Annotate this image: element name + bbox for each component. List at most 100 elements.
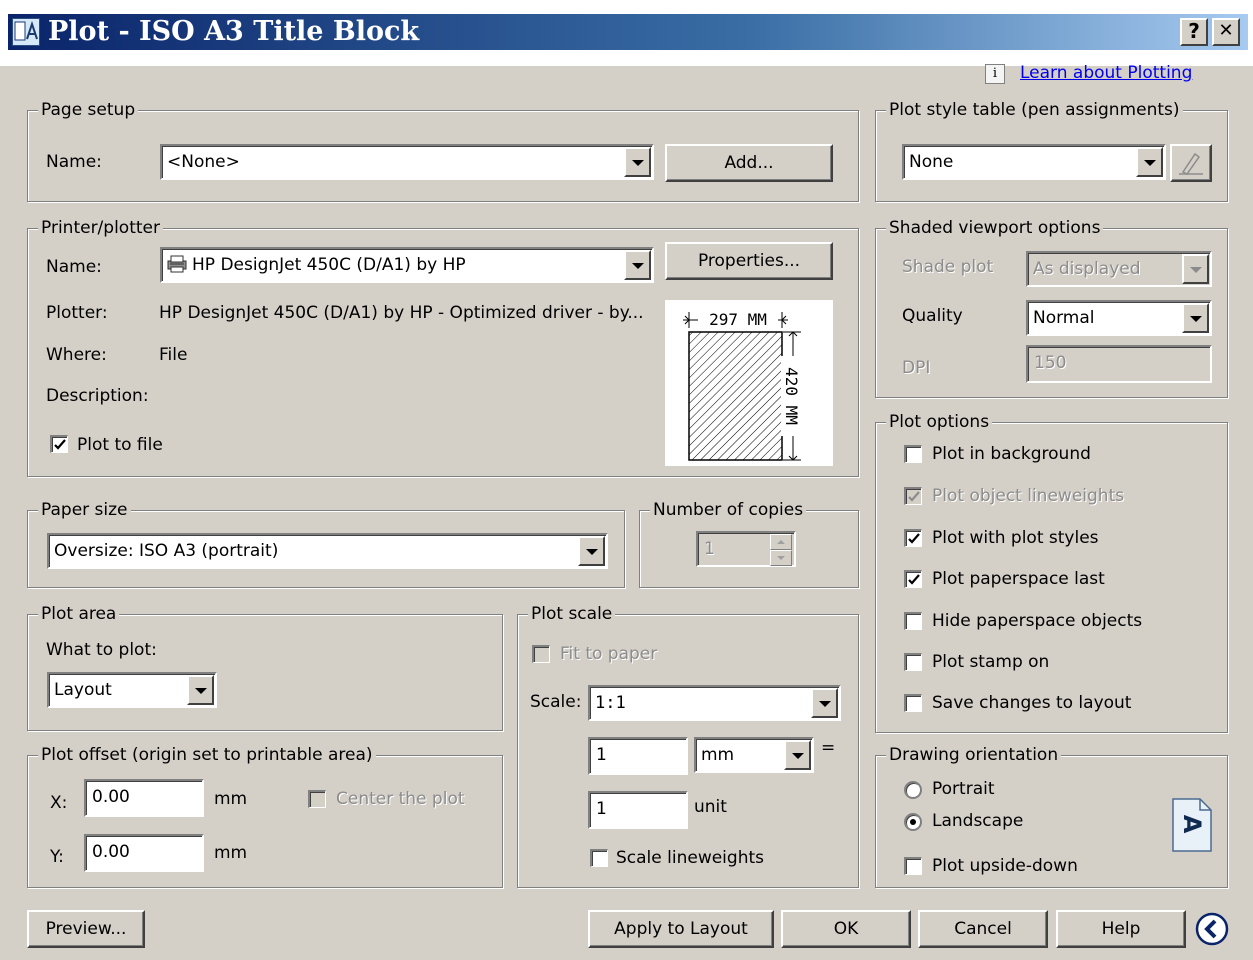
- where-label: Where:: [46, 345, 107, 365]
- pencil-edit-icon: [1179, 152, 1203, 175]
- center-plot-checkbox[interactable]: [308, 790, 326, 808]
- scale-value: 1:1: [595, 693, 626, 713]
- offset-x-input[interactable]: 0.00: [84, 779, 204, 817]
- plot-option-label: Hide paperspace objects: [932, 611, 1143, 631]
- offset-y-unit: mm: [214, 843, 248, 863]
- chevron-down-icon[interactable]: [578, 536, 605, 566]
- spin-down-icon[interactable]: [770, 550, 792, 566]
- what-to-plot-value: Layout: [54, 680, 112, 700]
- properties-button[interactable]: Properties...: [665, 242, 833, 280]
- chevron-down-icon[interactable]: [1182, 254, 1209, 284]
- plot-option-checkbox[interactable]: [904, 445, 922, 463]
- quality-select[interactable]: Normal: [1026, 300, 1212, 336]
- plot-upside-down-checkbox[interactable]: [904, 857, 922, 875]
- close-title-button[interactable]: ✕: [1212, 18, 1240, 46]
- printer-name-select[interactable]: HP DesignJet 450C (D/A1) by HP: [160, 247, 654, 283]
- portrait-radio[interactable]: [904, 781, 922, 799]
- description-label: Description:: [46, 386, 149, 406]
- checkmark-icon: [908, 533, 920, 544]
- plot-option-checkbox[interactable]: [904, 487, 922, 505]
- page-setup-name-label: Name:: [46, 152, 102, 172]
- checkmark-icon: [54, 439, 66, 450]
- center-plot-label: Center the plot: [336, 789, 465, 809]
- scale-label: Scale:: [530, 692, 582, 712]
- scale-denominator-input[interactable]: 1: [588, 791, 688, 829]
- dpi-value: 150: [1034, 353, 1067, 373]
- scale-denominator-unit: unit: [694, 797, 727, 817]
- fit-to-paper-checkbox[interactable]: [532, 645, 550, 663]
- plot-to-file-checkbox[interactable]: [50, 435, 68, 453]
- what-to-plot-label: What to plot:: [46, 640, 157, 660]
- plot-options-title: Plot options: [886, 411, 993, 433]
- paper-size-value: Oversize: ISO A3 (portrait): [54, 541, 279, 561]
- page-setup-name-value: <None>: [167, 152, 240, 172]
- scale-unit-select[interactable]: mm: [694, 737, 814, 773]
- chevron-down-icon[interactable]: [1182, 303, 1209, 333]
- collapse-options-button[interactable]: [1195, 912, 1229, 946]
- scale-lineweights-label: Scale lineweights: [616, 848, 764, 868]
- chevron-down-icon[interactable]: [624, 147, 651, 177]
- paper-size-title: Paper size: [38, 499, 131, 521]
- drawing-orientation-title: Drawing orientation: [886, 744, 1062, 766]
- printer-plotter-group: Printer/plotter Name: HP DesignJet 450C …: [27, 217, 859, 477]
- learn-about-plotting-link[interactable]: Learn about Plotting: [1020, 62, 1192, 84]
- copies-spinner[interactable]: 1: [696, 531, 796, 567]
- offset-y-input[interactable]: 0.00: [84, 834, 204, 872]
- chevron-left-circle-icon: [1195, 912, 1229, 946]
- plot-option-checkbox[interactable]: [904, 570, 922, 588]
- copies-spin-buttons[interactable]: [770, 534, 792, 566]
- dpi-label: DPI: [902, 358, 931, 378]
- portrait-label: Portrait: [932, 779, 995, 799]
- cancel-button[interactable]: Cancel: [918, 910, 1048, 948]
- plot-scale-group: Plot scale Fit to paper Scale: 1:1 1 mm …: [517, 603, 859, 888]
- plot-option-label: Plot with plot styles: [932, 528, 1099, 548]
- number-of-copies-title: Number of copies: [650, 499, 807, 521]
- scale-lineweights-checkbox[interactable]: [590, 849, 608, 867]
- offset-y-label: Y:: [50, 847, 64, 867]
- chevron-down-icon[interactable]: [1136, 147, 1163, 177]
- help-button[interactable]: Help: [1056, 910, 1186, 948]
- app-icon: [12, 18, 40, 46]
- ok-button[interactable]: OK: [781, 910, 911, 948]
- plot-style-table-select[interactable]: None: [902, 144, 1166, 180]
- scale-numerator-input[interactable]: 1: [588, 737, 688, 775]
- paper-size-select[interactable]: Oversize: ISO A3 (portrait): [47, 533, 608, 569]
- help-title-button[interactable]: ?: [1180, 18, 1208, 46]
- preview-button[interactable]: Preview...: [27, 910, 145, 948]
- paper-width-dimension: 297 MM: [698, 309, 778, 331]
- page-setup-name-select[interactable]: <None>: [160, 144, 654, 180]
- radio-selected-dot: [910, 819, 916, 825]
- plot-option-label: Plot stamp on: [932, 652, 1050, 672]
- plot-option-checkbox[interactable]: [904, 694, 922, 712]
- apply-to-layout-button[interactable]: Apply to Layout: [588, 910, 774, 948]
- checkmark-icon: [908, 574, 920, 585]
- spin-up-icon[interactable]: [770, 534, 792, 550]
- plot-option-label: Plot in background: [932, 444, 1091, 464]
- printer-plotter-title: Printer/plotter: [38, 217, 163, 239]
- title-bar-gradient[interactable]: Plot - ISO A3 Title Block ? ✕: [8, 14, 1248, 50]
- plotter-label: Plotter:: [46, 303, 108, 323]
- chevron-down-icon[interactable]: [784, 740, 811, 770]
- plot-option-label: Plot object lineweights: [932, 486, 1125, 506]
- add-page-setup-button[interactable]: Add...: [665, 144, 833, 182]
- info-icon: i: [985, 64, 1005, 84]
- page-setup-title: Page setup: [38, 99, 139, 121]
- offset-x-unit: mm: [214, 789, 248, 809]
- landscape-radio[interactable]: [904, 813, 922, 831]
- what-to-plot-select[interactable]: Layout: [47, 672, 217, 708]
- plot-option-checkbox[interactable]: [904, 529, 922, 547]
- chevron-down-icon[interactable]: [811, 688, 838, 718]
- chevron-down-icon[interactable]: [624, 250, 651, 280]
- edit-plot-style-button[interactable]: [1170, 144, 1212, 182]
- printer-name-label: Name:: [46, 257, 102, 277]
- drawing-orientation-group: Drawing orientation Portrait Landscape P…: [875, 744, 1228, 888]
- page-setup-group: Page setup Name: <None> Add...: [27, 99, 859, 202]
- plot-option-checkbox[interactable]: [904, 653, 922, 671]
- landscape-label: Landscape: [932, 811, 1024, 831]
- shade-plot-select[interactable]: As displayed: [1026, 251, 1212, 287]
- paper-height-dimension: 420 MM: [781, 356, 801, 436]
- scale-select[interactable]: 1:1: [588, 685, 841, 721]
- chevron-down-icon[interactable]: [187, 675, 214, 705]
- dpi-input[interactable]: 150: [1026, 345, 1212, 383]
- plot-option-checkbox[interactable]: [904, 612, 922, 630]
